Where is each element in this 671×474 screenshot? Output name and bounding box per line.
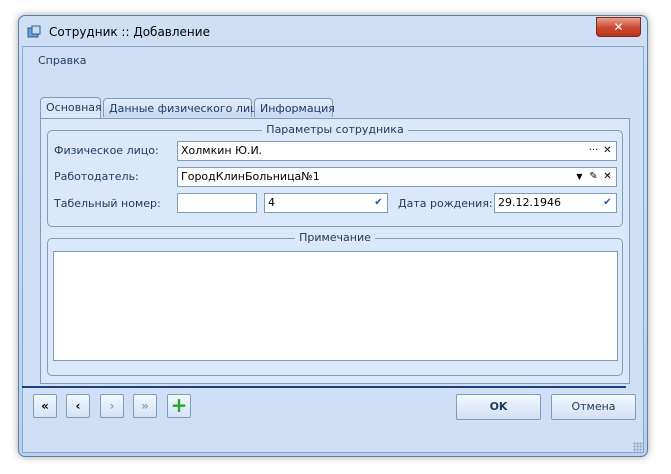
birth-date-label: Дата рождения: — [398, 197, 493, 210]
employee-params-title: Параметры сотрудника — [262, 123, 408, 136]
title-bar[interactable]: Сотрудник :: Добавление — [19, 16, 647, 46]
clear-icon[interactable]: ✕ — [601, 144, 614, 158]
next-record-button[interactable]: › — [100, 394, 124, 418]
chevron-down-icon[interactable]: ▼ — [573, 170, 586, 184]
birth-date-field[interactable]: 29.12.1946 ✔ — [494, 193, 617, 213]
last-record-button[interactable]: » — [133, 394, 157, 418]
note-title: Примечание — [295, 231, 375, 244]
double-chevron-left-icon: « — [41, 399, 49, 413]
person-field[interactable]: Холмкин Ю.И. ··· ✕ — [177, 141, 617, 161]
check-icon[interactable]: ✔ — [601, 196, 614, 210]
dialog-window: Сотрудник :: Добавление ✕ Справка Основн… — [18, 15, 648, 457]
resize-grip-icon[interactable] — [633, 442, 643, 452]
close-button[interactable]: ✕ — [596, 17, 641, 37]
employer-field[interactable]: ГородКлинБольница№1 ▼ ✎ ✕ — [177, 167, 617, 187]
tab-number-select[interactable]: 4 ✔ — [264, 193, 388, 213]
tab-number-label: Табельный номер: — [54, 197, 161, 210]
employee-params-group: Параметры сотрудника Физическое лицо: Хо… — [47, 123, 623, 227]
chevron-right-icon: › — [109, 399, 115, 413]
person-value: Холмкин Ю.И. — [181, 144, 263, 157]
prev-record-button[interactable]: ‹ — [66, 394, 90, 418]
app-icon — [27, 25, 41, 38]
first-record-button[interactable]: « — [33, 394, 57, 418]
employer-label: Работодатель: — [54, 170, 139, 183]
clear-icon[interactable]: ✕ — [601, 170, 614, 184]
ok-button[interactable]: OK — [456, 394, 541, 420]
tab-number-input[interactable] — [177, 193, 257, 213]
edit-icon[interactable]: ✎ — [587, 170, 600, 184]
menu-help[interactable]: Справка — [38, 54, 86, 67]
check-icon[interactable]: ✔ — [372, 196, 385, 210]
tab-main[interactable]: Основная — [40, 97, 102, 118]
person-label: Физическое лицо: — [54, 144, 159, 157]
double-chevron-right-icon: » — [141, 399, 149, 413]
tab-number-select-value: 4 — [268, 196, 275, 209]
note-group: Примечание — [47, 231, 623, 376]
add-record-button[interactable]: + — [167, 394, 191, 418]
tab-person-data[interactable]: Данные физического лица — [103, 98, 264, 117]
bottom-separator — [22, 386, 626, 388]
tab-panel-main: Параметры сотрудника Физическое лицо: Хо… — [40, 118, 630, 384]
chevron-left-icon: ‹ — [75, 399, 81, 413]
ellipsis-icon[interactable]: ··· — [587, 144, 600, 158]
close-icon: ✕ — [613, 20, 624, 34]
cancel-button[interactable]: Отмена — [551, 394, 636, 420]
birth-date-value: 29.12.1946 — [498, 196, 561, 209]
employer-value: ГородКлинБольница№1 — [181, 170, 320, 183]
note-textarea[interactable] — [53, 251, 618, 361]
tab-info[interactable]: Информация — [254, 98, 335, 117]
window-title: Сотрудник :: Добавление — [49, 25, 210, 39]
plus-icon: + — [170, 393, 188, 417]
